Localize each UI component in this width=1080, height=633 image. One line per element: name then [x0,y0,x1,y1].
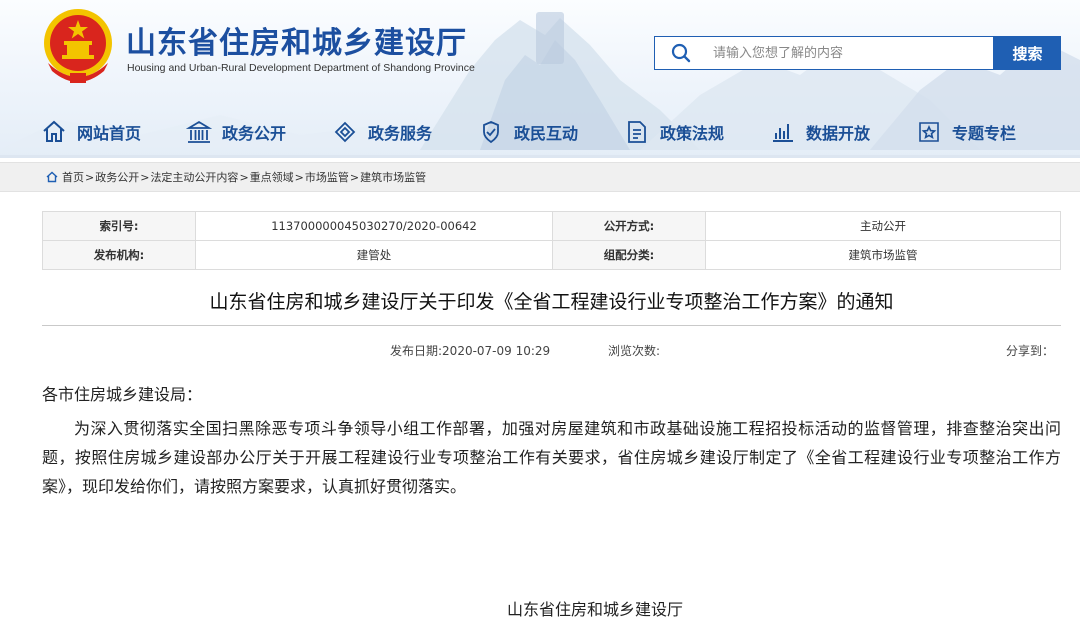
breadcrumb-separator: > [239,170,249,184]
view-count: 浏览次数: [608,344,661,358]
nav-item-home[interactable]: 网站首页 [41,112,141,152]
disclosure-method-label: 公开方式: [552,211,706,241]
document-icon [628,121,646,143]
bar-chart-icon [773,124,793,142]
nav-label: 专题专栏 [952,124,1017,143]
table-row: 索引号: 113700000045030270/2020-00642 公开方式:… [42,211,1061,241]
national-emblem-logo [44,9,112,83]
nav-label: 政策法规 [660,124,725,143]
share-label[interactable]: 分享到： [1006,342,1054,359]
breadcrumb: 首页 > 政务公开 > 法定主动公开内容 > 重点领域 > 市场监管 > 建筑市… [0,162,1080,192]
category-label: 组配分类: [552,240,706,270]
index-number-value: 113700000045030270/2020-00642 [195,211,553,241]
breadcrumb-government-affairs[interactable]: 政务公开 [95,169,139,185]
breadcrumb-separator: > [294,170,304,184]
document-info-table: 索引号: 113700000045030270/2020-00642 公开方式:… [42,211,1061,270]
site-header: 山东省住房和城乡建设厅 Housing and Urban-Rural Deve… [0,0,1080,158]
breadcrumb-construction-market[interactable]: 建筑市场监管 [360,169,426,185]
issuer-value: 建管处 [195,240,553,270]
home-icon [46,171,58,183]
disclosure-method-value: 主动公开 [705,211,1061,241]
issuer-label: 发布机构: [42,240,196,270]
breadcrumb-separator: > [349,170,360,184]
search-icon [671,43,691,63]
article-body: 为深入贯彻落实全国扫黑除恶专项斗争领导小组工作部署，加强对房屋建筑和市政基础设施… [42,419,1061,496]
main-nav: 网站首页 政务公开 政务服务 政民互动 政策法规 数据开放 专题专栏 [0,112,1080,152]
handshake-icon [334,121,356,143]
site-subtitle: Housing and Urban-Rural Development Depa… [127,62,475,74]
site-title: 山东省住房和城乡建设厅 [126,26,467,61]
title-divider [42,325,1061,326]
nav-label: 政务公开 [222,124,287,143]
nav-label: 网站首页 [77,124,142,143]
breadcrumb-key-areas[interactable]: 重点领域 [250,169,294,185]
search-input[interactable] [713,37,983,69]
search-button[interactable]: 搜索 [994,36,1061,70]
article-title: 山东省住房和城乡建设厅关于印发《全省工程建设行业专项整治工作方案》的通知 [209,291,894,313]
nav-item-interaction[interactable]: 政民互动 [478,112,578,152]
topic-icon [919,122,939,142]
table-row: 发布机构: 建管处 组配分类: 建筑市场监管 [42,240,1061,270]
nav-item-open-data[interactable]: 数据开放 [770,112,870,152]
breadcrumb-home[interactable]: 首页 [62,169,84,185]
interaction-icon [483,121,499,144]
nav-label: 数据开放 [806,124,871,143]
category-value: 建筑市场监管 [705,240,1061,270]
publish-date: 发布日期:2020-07-09 10:29 [390,344,551,358]
index-number-label: 索引号: [42,211,196,241]
signature: 山东省住房和城乡建设厅 [506,600,683,619]
nav-item-policies[interactable]: 政策法规 [624,112,724,152]
breadcrumb-market-supervision[interactable]: 市场监管 [305,169,349,185]
nav-label: 政民互动 [514,124,579,143]
search-box [654,36,994,70]
nav-label: 政务服务 [368,124,433,143]
building-icon [186,120,212,143]
breadcrumb-statutory-disclosure[interactable]: 法定主动公开内容 [150,169,238,185]
header-divider [0,155,1080,158]
nav-item-government-affairs[interactable]: 政务公开 [186,112,286,152]
nav-item-special-topics[interactable]: 专题专栏 [916,112,1016,152]
nav-item-government-services[interactable]: 政务服务 [332,112,432,152]
breadcrumb-separator: > [140,170,150,184]
home-icon [43,120,65,142]
breadcrumb-separator: > [85,170,95,184]
salutation: 各市住房城乡建设局： [42,385,203,404]
